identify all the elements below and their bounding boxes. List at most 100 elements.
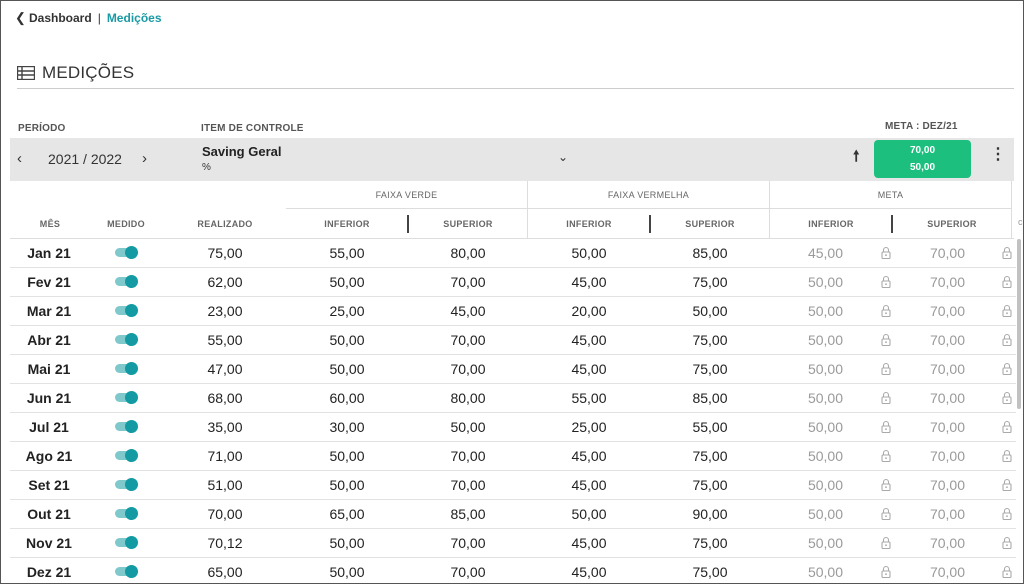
vermelha-superior-cell[interactable]: 55,00: [650, 413, 770, 441]
period-value: 2021 / 2022: [48, 151, 122, 167]
vermelha-superior-cell[interactable]: 50,00: [650, 297, 770, 325]
verde-inferior-cell[interactable]: 25,00: [286, 297, 408, 325]
medido-toggle[interactable]: [115, 391, 138, 404]
verde-inferior-cell[interactable]: 55,00: [286, 239, 408, 267]
meta-inferior-cell: 50,00: [807, 303, 844, 319]
vermelha-inferior-cell[interactable]: 45,00: [528, 471, 650, 499]
arrow-up-icon: 🠕: [853, 148, 860, 165]
medido-toggle[interactable]: [115, 449, 138, 462]
vermelha-inferior-cell[interactable]: 45,00: [528, 442, 650, 470]
vermelha-inferior-cell[interactable]: 45,00: [528, 268, 650, 296]
vermelha-superior-cell[interactable]: 85,00: [650, 239, 770, 267]
column-resize-handle[interactable]: [407, 215, 409, 233]
toggle-knob: [125, 391, 138, 404]
meta-superior-cell: 70,00: [929, 506, 966, 522]
verde-inferior-cell[interactable]: 50,00: [286, 442, 408, 470]
realizado-cell[interactable]: 55,00: [162, 326, 288, 354]
vermelha-inferior-cell[interactable]: 20,00: [528, 297, 650, 325]
realizado-cell[interactable]: 70,00: [162, 500, 288, 528]
realizado-cell[interactable]: 51,00: [162, 471, 288, 499]
verde-superior-cell[interactable]: 70,00: [408, 326, 528, 354]
medido-toggle[interactable]: [115, 478, 138, 491]
vertical-scrollbar[interactable]: [1017, 239, 1023, 583]
vermelha-superior-cell[interactable]: 75,00: [650, 442, 770, 470]
medido-toggle[interactable]: [115, 275, 138, 288]
realizado-cell[interactable]: 71,00: [162, 442, 288, 470]
verde-superior-cell[interactable]: 70,00: [408, 529, 528, 557]
vermelha-superior-cell[interactable]: 75,00: [650, 326, 770, 354]
verde-inferior-cell[interactable]: 50,00: [286, 471, 408, 499]
medido-toggle[interactable]: [115, 565, 138, 578]
vermelha-superior-cell[interactable]: 75,00: [650, 268, 770, 296]
chevron-down-icon[interactable]: ⌄: [558, 150, 568, 164]
meta-superior-cell: 70,00: [929, 535, 966, 551]
meta-inferior-cell: 50,00: [807, 332, 844, 348]
vermelha-inferior-cell[interactable]: 45,00: [528, 558, 650, 583]
medido-toggle[interactable]: [115, 420, 138, 433]
verde-inferior-cell[interactable]: 65,00: [286, 500, 408, 528]
realizado-cell[interactable]: 62,00: [162, 268, 288, 296]
vermelha-inferior-cell[interactable]: 55,00: [528, 384, 650, 412]
verde-inferior-cell[interactable]: 50,00: [286, 529, 408, 557]
measurements-table-body: Jan 21 75,00 55,00 80,00 50,00 85,00 45,…: [10, 239, 1016, 583]
realizado-cell[interactable]: 65,00: [162, 558, 288, 583]
lock-icon: [881, 449, 891, 463]
vermelha-inferior-cell[interactable]: 50,00: [528, 239, 650, 267]
vermelha-superior-cell[interactable]: 75,00: [650, 558, 770, 583]
vermelha-superior-cell[interactable]: 75,00: [650, 471, 770, 499]
vermelha-superior-cell[interactable]: 75,00: [650, 529, 770, 557]
verde-superior-cell[interactable]: 70,00: [408, 268, 528, 296]
medido-toggle[interactable]: [115, 304, 138, 317]
column-resize-handle[interactable]: [891, 215, 893, 233]
realizado-cell[interactable]: 75,00: [162, 239, 288, 267]
breadcrumb-dashboard-link[interactable]: Dashboard: [29, 11, 92, 25]
verde-superior-cell[interactable]: 70,00: [408, 442, 528, 470]
realizado-cell[interactable]: 23,00: [162, 297, 288, 325]
verde-superior-cell[interactable]: 70,00: [408, 355, 528, 383]
table-row: Mar 21 23,00 25,00 45,00 20,00 50,00 50,…: [10, 297, 1016, 326]
vermelha-inferior-cell[interactable]: 50,00: [528, 500, 650, 528]
medido-toggle[interactable]: [115, 507, 138, 520]
verde-inferior-cell[interactable]: 50,00: [286, 558, 408, 583]
verde-inferior-cell[interactable]: 50,00: [286, 326, 408, 354]
verde-superior-cell[interactable]: 70,00: [408, 558, 528, 583]
verde-inferior-cell[interactable]: 30,00: [286, 413, 408, 441]
medido-toggle[interactable]: [115, 536, 138, 549]
vermelha-inferior-cell[interactable]: 45,00: [528, 326, 650, 354]
vermelha-superior-cell[interactable]: 90,00: [650, 500, 770, 528]
toggle-knob: [125, 246, 138, 259]
verde-superior-cell[interactable]: 80,00: [408, 384, 528, 412]
vermelha-superior-cell[interactable]: 85,00: [650, 384, 770, 412]
verde-superior-cell[interactable]: 50,00: [408, 413, 528, 441]
verde-inferior-cell[interactable]: 50,00: [286, 355, 408, 383]
verde-superior-cell[interactable]: 85,00: [408, 500, 528, 528]
medido-toggle[interactable]: [115, 246, 138, 259]
realizado-cell[interactable]: 68,00: [162, 384, 288, 412]
vermelha-inferior-cell[interactable]: 45,00: [528, 529, 650, 557]
chevron-left-icon[interactable]: ❮: [15, 10, 29, 26]
meta-value-upper: 70,00: [909, 145, 936, 156]
vermelha-superior-cell[interactable]: 75,00: [650, 355, 770, 383]
medido-toggle[interactable]: [115, 362, 138, 375]
realizado-cell[interactable]: 35,00: [162, 413, 288, 441]
table-row: Set 21 51,00 50,00 70,00 45,00 75,00 50,…: [10, 471, 1016, 500]
scrollbar-thumb[interactable]: [1017, 239, 1021, 409]
vermelha-inferior-cell[interactable]: 25,00: [528, 413, 650, 441]
verde-inferior-cell[interactable]: 60,00: [286, 384, 408, 412]
realizado-cell[interactable]: 70,12: [162, 529, 288, 557]
verde-inferior-cell[interactable]: 50,00: [286, 268, 408, 296]
column-resize-handle[interactable]: [649, 215, 651, 233]
verde-superior-cell[interactable]: 45,00: [408, 297, 528, 325]
lock-icon: [881, 478, 891, 492]
kebab-menu-icon[interactable]: ⋮: [990, 147, 1006, 163]
verde-superior-cell[interactable]: 70,00: [408, 471, 528, 499]
period-next-button[interactable]: ›: [142, 150, 147, 167]
control-item-name[interactable]: Saving Geral: [202, 144, 281, 159]
meta-badge: 70,00 50,00: [874, 140, 971, 178]
period-prev-button[interactable]: ‹: [17, 150, 22, 167]
verde-superior-cell[interactable]: 80,00: [408, 239, 528, 267]
vermelha-inferior-cell[interactable]: 45,00: [528, 355, 650, 383]
medido-toggle[interactable]: [115, 333, 138, 346]
realizado-cell[interactable]: 47,00: [162, 355, 288, 383]
month-cell: Out 21: [27, 506, 71, 522]
